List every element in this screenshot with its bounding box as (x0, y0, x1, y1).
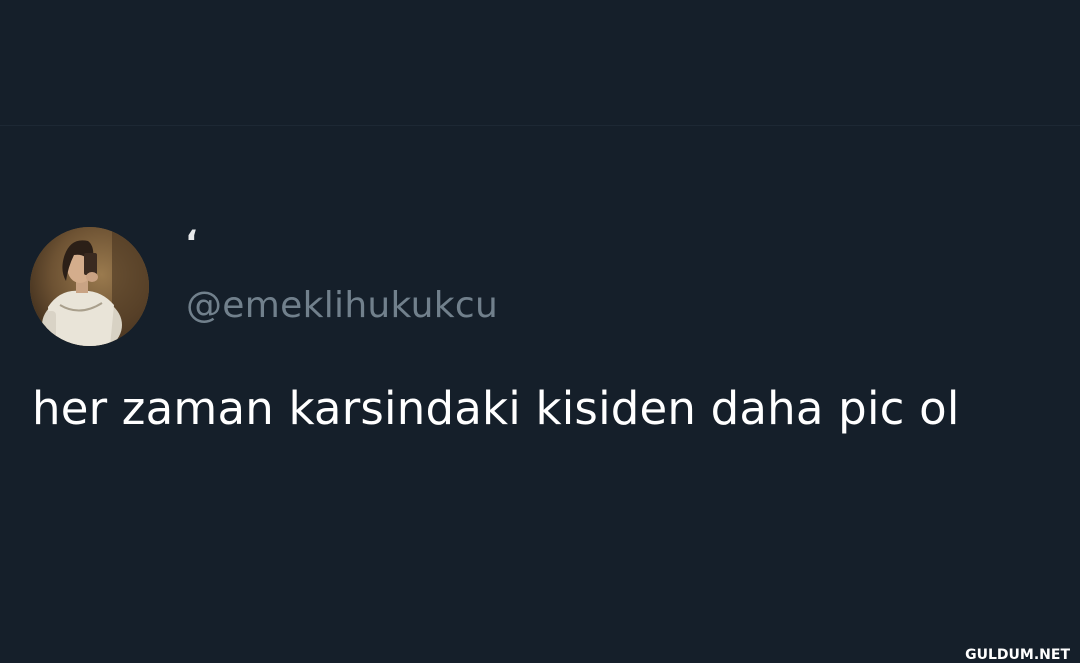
author-display-name[interactable]: ‘ (185, 226, 198, 260)
header-divider (0, 125, 1080, 126)
avatar-photo (30, 227, 149, 346)
author-handle[interactable]: @emeklihukukcu (186, 288, 498, 324)
profile-avatar[interactable] (30, 227, 149, 346)
tweet-text: her zaman karsindaki kisiden daha pic ol (32, 382, 960, 435)
site-watermark: GULDUM.NET (965, 647, 1070, 663)
